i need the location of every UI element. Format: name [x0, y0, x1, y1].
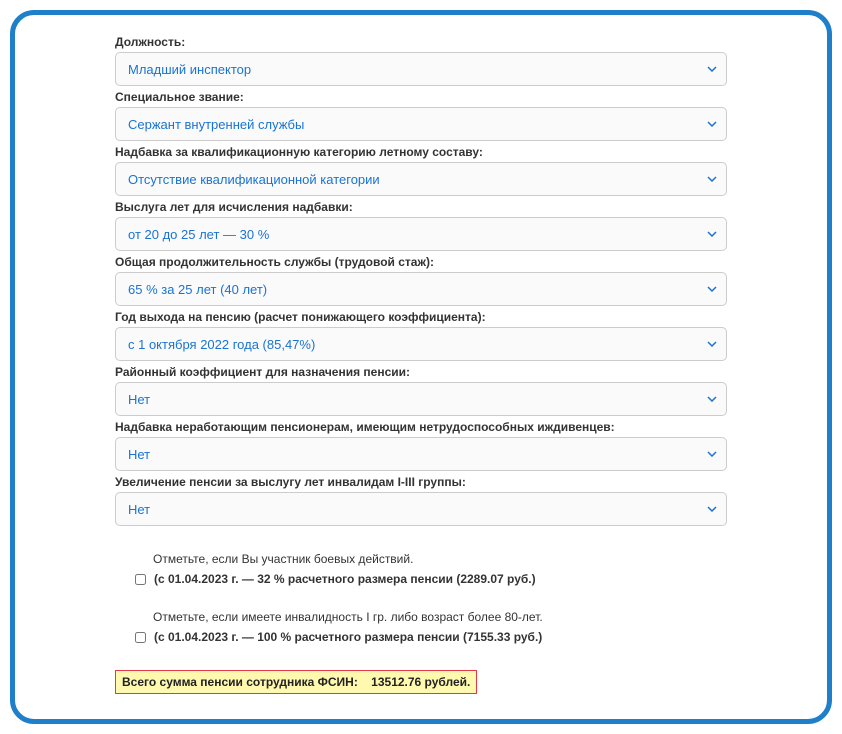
field-dependents: Надбавка неработающим пенсионерам, имеющ… [115, 420, 727, 471]
label-total-service: Общая продолжительность службы (трудовой… [115, 255, 727, 269]
select-disability[interactable]: Нет [115, 492, 727, 526]
label-regional-coef: Районный коэффициент для назначения пенс… [115, 365, 727, 379]
checkbox-label-combat: (с 01.04.2023 г. — 32 % расчетного разме… [154, 572, 536, 586]
field-retirement-year: Год выхода на пенсию (расчет понижающего… [115, 310, 727, 361]
label-rank: Специальное звание: [115, 90, 727, 104]
select-value: Отсутствие квалификационной категории [128, 172, 380, 187]
label-disability: Увеличение пенсии за выслугу лет инвалид… [115, 475, 727, 489]
select-value: Младший инспектор [128, 62, 251, 77]
select-rank[interactable]: Сержант внутренней службы [115, 107, 727, 141]
select-dependents[interactable]: Нет [115, 437, 727, 471]
field-total-service: Общая продолжительность службы (трудовой… [115, 255, 727, 306]
result-label: Всего сумма пенсии сотрудника ФСИН: [122, 675, 358, 689]
result-amount: 13512.76 рублей. [371, 675, 470, 689]
label-dependents: Надбавка неработающим пенсионерам, имеющ… [115, 420, 727, 434]
label-position: Должность: [115, 35, 727, 49]
checkbox-section: Отметьте, если Вы участник боевых действ… [115, 552, 727, 644]
label-qualification: Надбавка за квалификационную категорию л… [115, 145, 727, 159]
field-qualification: Надбавка за квалификационную категорию л… [115, 145, 727, 196]
select-value: 65 % за 25 лет (40 лет) [128, 282, 267, 297]
select-value: от 20 до 25 лет — 30 % [128, 227, 269, 242]
select-service-years[interactable]: от 20 до 25 лет — 30 % [115, 217, 727, 251]
label-service-years: Выслуга лет для исчисления надбавки: [115, 200, 727, 214]
select-value: Нет [128, 447, 150, 462]
select-wrapper-regional-coef: Нет [115, 382, 727, 416]
field-position: Должность: Младший инспектор [115, 35, 727, 86]
select-wrapper-total-service: 65 % за 25 лет (40 лет) [115, 272, 727, 306]
pension-calculator-form: Должность: Младший инспектор Специальное… [10, 10, 832, 724]
checkbox-label-age80: (с 01.04.2023 г. — 100 % расчетного разм… [154, 630, 542, 644]
checkbox-hint-combat: Отметьте, если Вы участник боевых действ… [135, 552, 727, 566]
label-retirement-year: Год выхода на пенсию (расчет понижающего… [115, 310, 727, 324]
select-position[interactable]: Младший инспектор [115, 52, 727, 86]
checkbox-age80[interactable] [135, 632, 146, 643]
checkbox-row-combat: (с 01.04.2023 г. — 32 % расчетного разме… [135, 572, 727, 586]
select-value: Сержант внутренней службы [128, 117, 304, 132]
select-total-service[interactable]: 65 % за 25 лет (40 лет) [115, 272, 727, 306]
select-value: Нет [128, 502, 150, 517]
select-wrapper-dependents: Нет [115, 437, 727, 471]
checkbox-group-age80: Отметьте, если имеете инвалидность I гр.… [115, 610, 727, 644]
select-regional-coef[interactable]: Нет [115, 382, 727, 416]
checkbox-group-combat: Отметьте, если Вы участник боевых действ… [115, 552, 727, 586]
select-wrapper-rank: Сержант внутренней службы [115, 107, 727, 141]
select-wrapper-qualification: Отсутствие квалификационной категории [115, 162, 727, 196]
select-wrapper-retirement-year: с 1 октября 2022 года (85,47%) [115, 327, 727, 361]
field-rank: Специальное звание: Сержант внутренней с… [115, 90, 727, 141]
field-disability: Увеличение пенсии за выслугу лет инвалид… [115, 475, 727, 526]
select-wrapper-service-years: от 20 до 25 лет — 30 % [115, 217, 727, 251]
select-qualification[interactable]: Отсутствие квалификационной категории [115, 162, 727, 196]
checkbox-row-age80: (с 01.04.2023 г. — 100 % расчетного разм… [135, 630, 727, 644]
select-value: Нет [128, 392, 150, 407]
select-value: с 1 октября 2022 года (85,47%) [128, 337, 315, 352]
field-service-years: Выслуга лет для исчисления надбавки: от … [115, 200, 727, 251]
select-wrapper-position: Младший инспектор [115, 52, 727, 86]
checkbox-hint-age80: Отметьте, если имеете инвалидность I гр.… [135, 610, 727, 624]
select-retirement-year[interactable]: с 1 октября 2022 года (85,47%) [115, 327, 727, 361]
select-wrapper-disability: Нет [115, 492, 727, 526]
field-regional-coef: Районный коэффициент для назначения пенс… [115, 365, 727, 416]
checkbox-combat[interactable] [135, 574, 146, 585]
result-box: Всего сумма пенсии сотрудника ФСИН: 1351… [115, 670, 477, 694]
